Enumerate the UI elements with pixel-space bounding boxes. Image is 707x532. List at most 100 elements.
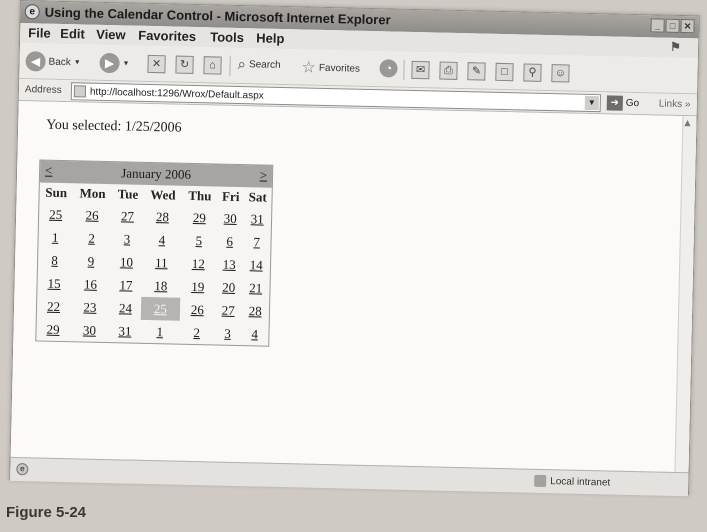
calendar-day[interactable]: 1: [38, 225, 72, 249]
address-label: Address: [24, 84, 62, 96]
figure-caption: Figure 5-24: [6, 504, 87, 521]
calendar-day[interactable]: 2: [179, 321, 215, 345]
print-icon[interactable]: ⎙: [439, 61, 458, 80]
refresh-icon[interactable]: ↻: [175, 55, 194, 74]
calendar-day[interactable]: 28: [143, 205, 182, 229]
calendar-day[interactable]: 28: [241, 299, 269, 323]
go-button[interactable]: ➜ Go: [606, 95, 640, 111]
minimize-button[interactable]: _: [650, 18, 665, 33]
go-arrow-icon: ➜: [606, 95, 623, 111]
calendar-grid: Sun Mon Tue Wed Thu Fri Sat 25 26 27 28: [36, 182, 272, 345]
calendar-day[interactable]: 29: [181, 206, 217, 230]
calendar-day[interactable]: 27: [112, 204, 144, 228]
calendar-day[interactable]: 7: [243, 230, 271, 254]
page-status-icon: e: [16, 463, 29, 476]
history-icon[interactable]: ◔: [379, 59, 398, 78]
calendar-day[interactable]: 26: [72, 203, 112, 227]
favorites-star-icon: ☆: [301, 59, 317, 77]
day-header: Tue: [117, 186, 139, 202]
search-label: Search: [248, 59, 281, 71]
calendar-day[interactable]: 30: [69, 318, 109, 342]
calendar-day[interactable]: 9: [71, 249, 111, 273]
back-arrow-icon: ◀: [25, 51, 46, 72]
calendar-control: < January 2006 > Sun Mon Tue Wed Thu Fri…: [35, 159, 274, 347]
mail-icon[interactable]: ✉: [411, 60, 430, 80]
forward-arrow-icon: ▶: [99, 52, 120, 74]
menu-edit[interactable]: Edit: [60, 26, 85, 42]
menu-favorites[interactable]: Favorites: [138, 28, 196, 44]
menu-tools[interactable]: Tools: [210, 29, 244, 45]
address-dropdown-icon[interactable]: ▼: [584, 95, 599, 111]
day-header: Thu: [188, 187, 212, 204]
calendar-day[interactable]: 18: [141, 274, 180, 298]
calendar-day[interactable]: 2: [71, 226, 111, 250]
calendar-day-selected[interactable]: 25: [140, 296, 180, 321]
maximize-button[interactable]: □: [665, 18, 680, 33]
calendar-day[interactable]: 12: [180, 252, 216, 276]
calendar-day[interactable]: 23: [70, 295, 110, 319]
calendar-day[interactable]: 21: [242, 276, 270, 300]
back-label: Back: [48, 56, 71, 68]
day-header: Mon: [79, 185, 106, 201]
calendar-day[interactable]: 14: [242, 253, 270, 277]
intranet-zone-icon: [534, 474, 547, 488]
calendar-day[interactable]: 5: [181, 229, 217, 253]
calendar-day[interactable]: 10: [111, 250, 143, 274]
menu-help[interactable]: Help: [256, 30, 285, 46]
calendar-day[interactable]: 24: [110, 296, 142, 320]
browser-window: e Using the Calendar Control - Microsoft…: [9, 0, 700, 497]
calendar-day[interactable]: 11: [142, 251, 181, 275]
forward-dropdown-icon[interactable]: ▼: [123, 60, 130, 67]
menu-view[interactable]: View: [96, 27, 126, 43]
calendar-day[interactable]: 30: [217, 207, 244, 231]
calendar-day[interactable]: 27: [215, 299, 242, 323]
next-month-link[interactable]: >: [260, 167, 268, 183]
links-button[interactable]: Links »: [659, 99, 691, 111]
scroll-up-icon[interactable]: ▲: [684, 118, 690, 127]
home-icon[interactable]: ⌂: [203, 56, 222, 75]
calendar-day[interactable]: 31: [109, 319, 141, 343]
windows-logo-icon: ⚑: [669, 39, 682, 55]
stop-icon[interactable]: ✕: [147, 54, 166, 74]
day-header: Sun: [45, 184, 68, 201]
ie-app-icon[interactable]: e: [24, 4, 40, 20]
selected-date-label: You selected: 1/25/2006: [45, 117, 182, 136]
calendar-day[interactable]: 31: [243, 207, 271, 231]
calendar-day[interactable]: 1: [140, 320, 179, 344]
window-controls: _ □ ✕: [650, 18, 695, 34]
calendar-day[interactable]: 3: [214, 321, 241, 345]
calendar-day[interactable]: 29: [36, 317, 70, 341]
close-button[interactable]: ✕: [680, 18, 695, 34]
vertical-scrollbar[interactable]: ▲: [674, 116, 697, 473]
menu-file[interactable]: File: [28, 25, 51, 41]
edit-icon[interactable]: ✎: [467, 62, 486, 81]
favorites-label: Favorites: [318, 62, 361, 75]
calendar-day[interactable]: 3: [111, 227, 143, 251]
calendar-day[interactable]: 19: [180, 275, 216, 299]
calendar-day[interactable]: 8: [38, 248, 72, 272]
calendar-day[interactable]: 6: [216, 230, 243, 254]
search-button[interactable]: ⌕ Search: [237, 56, 280, 74]
calendar-day[interactable]: 4: [142, 228, 181, 252]
back-button[interactable]: ◀ Back ▼: [25, 51, 81, 72]
calendar-day[interactable]: 16: [70, 272, 110, 296]
calendar-day[interactable]: 4: [241, 322, 269, 346]
research-icon[interactable]: ⚲: [523, 63, 542, 82]
day-header: Wed: [150, 187, 176, 203]
calendar-day[interactable]: 22: [37, 294, 71, 318]
calendar-day[interactable]: 25: [39, 202, 73, 226]
calendar-month-title: January 2006: [121, 165, 192, 182]
calendar-day[interactable]: 17: [110, 273, 142, 297]
favorites-button[interactable]: ☆ Favorites: [301, 57, 360, 78]
calendar-day[interactable]: 15: [37, 271, 71, 295]
calendar-day[interactable]: 13: [216, 253, 243, 277]
discuss-icon[interactable]: □: [495, 62, 514, 82]
day-header: Fri: [221, 188, 240, 205]
forward-button[interactable]: ▶ ▼: [99, 52, 130, 74]
messenger-icon[interactable]: ☺: [551, 64, 570, 83]
toolbar-separator-2: [403, 59, 405, 80]
calendar-day[interactable]: 20: [215, 276, 242, 300]
toolbar-separator: [229, 55, 231, 76]
calendar-day[interactable]: 26: [179, 298, 215, 322]
back-dropdown-icon[interactable]: ▼: [74, 59, 81, 66]
